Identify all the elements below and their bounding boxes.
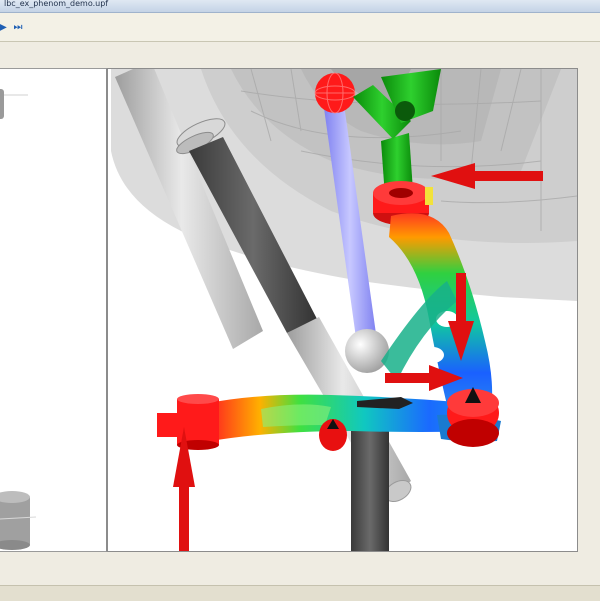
skip-to-end-icon[interactable]: ⏭ bbox=[12, 21, 24, 33]
secondary-viewport[interactable] bbox=[0, 68, 107, 552]
status-strip bbox=[0, 585, 600, 601]
secondary-scene bbox=[0, 89, 37, 550]
center-bushing bbox=[319, 419, 347, 451]
outer-ball-joint bbox=[447, 387, 499, 447]
left-bushing bbox=[157, 394, 219, 450]
pushrod-ball-joint bbox=[345, 329, 389, 373]
skip-glyph: ⏭ bbox=[13, 21, 23, 33]
play-glyph: ▶ bbox=[0, 21, 7, 33]
title-bar: lbc_ex_phenom_demo.upf bbox=[0, 0, 600, 13]
play-icon[interactable]: ▶ bbox=[0, 21, 9, 33]
support-post bbox=[351, 421, 389, 551]
cylinder-fragment bbox=[0, 491, 37, 550]
window-title: lbc_ex_phenom_demo.upf bbox=[4, 0, 109, 8]
part-fragment-top bbox=[0, 89, 4, 119]
animation-toolbar: ▶ ⏭ bbox=[0, 13, 600, 42]
suspension-scene bbox=[111, 69, 577, 551]
main-3d-viewport[interactable] bbox=[107, 68, 578, 552]
